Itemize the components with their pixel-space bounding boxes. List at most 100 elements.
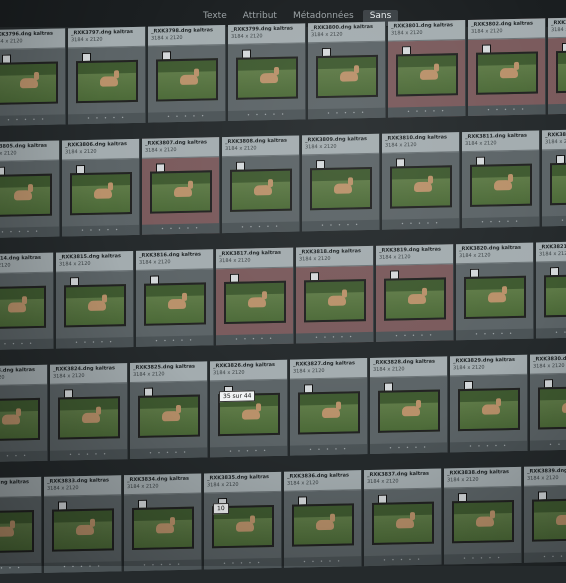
rating-stars[interactable]: • • • • • <box>44 561 121 573</box>
thumbnail-cell[interactable]: _RXK3824.dng kaltras 3184 x 2120 • • • • • <box>50 363 128 461</box>
photo-thumbnail[interactable] <box>384 277 446 321</box>
thumbnail-cell[interactable]: _RXK3802.dng kaltras 3184 x 2120 • • • • • <box>468 18 546 116</box>
thumbnail-cell[interactable]: _RXK3818.dng kaltras 3184 x 2120 • • • • • <box>296 245 374 344</box>
thumbnail-cell[interactable]: _RXK3832.dng kaltras3184 x 2120 • • • • • <box>0 476 42 575</box>
tab-texte[interactable]: Texte <box>196 10 234 26</box>
photo-thumbnail[interactable] <box>476 51 538 95</box>
rating-stars[interactable]: • • • • • <box>290 444 367 456</box>
rating-stars[interactable]: • • • • • <box>308 107 385 120</box>
thumbnail-cell[interactable]: _RXK3833.dng kaltras 3184 x 2120 • • • • • <box>44 475 122 573</box>
thumbnail-cell[interactable]: _RXK3810.dng kaltras 3184 x 2120 • • • • • <box>382 132 460 230</box>
photo-thumbnail[interactable] <box>470 163 532 207</box>
photo-thumbnail[interactable] <box>138 394 200 438</box>
photo-thumbnail[interactable] <box>224 280 286 325</box>
rating-stars[interactable]: • • • • • <box>130 447 207 460</box>
rating-stars[interactable]: • • • • • <box>542 214 566 227</box>
thumbnail-cell[interactable]: _RXK3839.dng kaltras3184 x 2120 • • • • • <box>524 465 566 563</box>
thumbnail-cell[interactable]: _RXK3830.dng kaltras3184 x 2120 • • • • • <box>530 353 566 451</box>
rating-stars[interactable]: • • • • • <box>136 335 213 347</box>
photo-thumbnail[interactable] <box>292 503 354 547</box>
rating-stars[interactable]: • • • • • <box>370 442 447 454</box>
thumbnail-cell[interactable]: _RXK3812.dng kaltras3184 x 2120 • • • • • <box>542 128 566 227</box>
thumbnail-cell[interactable]: _RXK3827.dng kaltras 3184 x 2120 • • • • • <box>290 358 368 456</box>
rating-stars[interactable]: • • • • • <box>210 445 287 458</box>
rating-stars[interactable]: • • • • • <box>450 440 527 453</box>
photo-thumbnail[interactable] <box>298 391 360 435</box>
thumbnail-cell[interactable]: _RXK3834.dng kaltras 3184 x 2120 • • • • • <box>124 473 202 572</box>
photo-thumbnail[interactable] <box>144 282 206 326</box>
rating-stars[interactable]: • • • • • <box>142 223 219 235</box>
photo-thumbnail[interactable] <box>544 274 566 318</box>
photo-thumbnail[interactable] <box>556 49 566 94</box>
thumbnail-cell[interactable]: _RXK3819.dng kaltras 3184 x 2120 • • • • • <box>376 244 454 342</box>
rating-stars[interactable]: • • • • • <box>364 554 441 567</box>
rating-stars[interactable]: • • • • • <box>388 106 465 118</box>
thumbnail-cell[interactable]: _RXK3801.dng kaltras 3184 x 2120 • • • • • <box>388 19 466 118</box>
thumbnail-cell[interactable]: _RXK3800.dng kaltras 3184 x 2120 • • • • • <box>308 21 386 120</box>
thumbnail-cell[interactable]: _RXK3803.dng kaltras3184 x 2120 • • • • • <box>548 16 566 115</box>
rating-stars[interactable]: • • • • • <box>0 338 53 351</box>
rating-stars[interactable]: • • • • • <box>376 330 453 342</box>
thumbnail-cell[interactable]: _RXK3838.dng kaltras 3184 x 2120 • • • • • <box>444 466 522 565</box>
rating-stars[interactable]: • • • • • <box>0 562 41 575</box>
photo-thumbnail[interactable] <box>230 168 292 212</box>
photo-thumbnail[interactable] <box>0 285 46 330</box>
thumbnail-cell[interactable]: _RXK3805.dng kaltras3184 x 2120 • • • • • <box>0 140 60 239</box>
thumbnail-cell[interactable]: _RXK3799.dng kaltras 3184 x 2120 • • • • • <box>228 23 306 121</box>
rating-stars[interactable]: • • • • • <box>468 104 545 116</box>
rating-stars[interactable]: • • • • • <box>382 218 459 230</box>
photo-thumbnail[interactable] <box>464 275 526 320</box>
rating-stars[interactable]: • • • • • <box>216 333 293 346</box>
photo-thumbnail[interactable] <box>378 389 440 433</box>
thumbnail-cell[interactable]: _RXK3829.dng kaltras 3184 x 2120 • • • • • <box>450 354 528 453</box>
photo-thumbnail[interactable] <box>390 165 452 209</box>
rating-stars[interactable]: • • • • • <box>50 449 127 461</box>
rating-stars[interactable]: • • • • • <box>462 216 539 229</box>
thumbnail-cell[interactable]: _RXK3808.dng kaltras 3184 x 2120 • • • • • <box>222 135 300 234</box>
photo-thumbnail[interactable] <box>304 279 366 323</box>
thumbnail-cell[interactable]: _RXK3814.dng kaltras3184 x 2120 • • • • • <box>0 252 54 351</box>
rating-stars[interactable]: • • • • • <box>536 326 566 339</box>
rating-stars[interactable]: • • • • • <box>62 224 139 237</box>
photo-thumbnail[interactable] <box>458 387 520 432</box>
rating-stars[interactable]: • • • • • <box>530 439 566 451</box>
photo-thumbnail[interactable] <box>310 166 372 211</box>
thumbnail-cell[interactable]: _RXK3807.dng kaltras 3184 x 2120 • • • • • <box>142 137 220 235</box>
rating-stars[interactable]: • • • • • <box>0 226 59 239</box>
photo-thumbnail[interactable] <box>236 56 298 100</box>
photo-thumbnail[interactable] <box>316 54 378 99</box>
rating-stars[interactable]: • • • • • <box>0 450 47 463</box>
rating-stars[interactable]: • • • • • <box>204 557 281 570</box>
photo-thumbnail[interactable] <box>0 173 52 217</box>
photo-thumbnail[interactable] <box>538 386 566 430</box>
rating-stars[interactable]: • • • • • <box>68 112 145 125</box>
thumbnail-cell[interactable]: _RXK3809.dng kaltras 3184 x 2120 • • • • • <box>302 133 380 232</box>
photo-thumbnail[interactable] <box>0 510 34 554</box>
photo-thumbnail[interactable] <box>0 397 40 442</box>
photo-thumbnail[interactable] <box>64 284 126 328</box>
photo-thumbnail[interactable] <box>132 506 194 550</box>
thumbnail-cell[interactable]: _RXK3797.dng kaltras 3184 x 2120 • • • • • <box>68 26 146 125</box>
thumbnail-cell[interactable]: _RXK3798.dng kaltras 3184 x 2120 • • • • • <box>148 25 226 123</box>
photo-thumbnail[interactable] <box>532 498 566 542</box>
photo-thumbnail[interactable] <box>156 58 218 102</box>
photo-thumbnail[interactable] <box>52 508 114 552</box>
thumbnail-cell[interactable]: _RXK3836.dng kaltras 3184 x 2120 • • • • • <box>284 470 362 568</box>
thumbnail-cell[interactable]: _RXK3817.dng kaltras 3184 x 2120 • • • • • <box>216 247 294 346</box>
thumbnail-cell[interactable]: _RXK3837.dng kaltras 3184 x 2120 • • • • • <box>364 468 442 567</box>
rating-stars[interactable]: • • • • • <box>296 331 373 344</box>
rating-stars[interactable]: • • • • • <box>124 559 201 572</box>
photo-thumbnail[interactable] <box>70 171 132 216</box>
thumbnail-cell[interactable]: _RXK3828.dng kaltras 3184 x 2120 • • • • • <box>370 356 448 454</box>
photo-thumbnail[interactable] <box>0 61 58 105</box>
thumbnail-cell[interactable]: _RXK3823.dng kaltras3184 x 2120 • • • • • <box>0 364 48 463</box>
photo-thumbnail[interactable] <box>76 59 138 104</box>
photo-thumbnail[interactable] <box>550 161 566 206</box>
rating-stars[interactable]: • • • • • <box>148 111 225 123</box>
thumbnail-cell[interactable]: _RXK3815.dng kaltras 3184 x 2120 • • • • • <box>56 250 134 349</box>
thumbnail-cell[interactable]: _RXK3811.dng kaltras 3184 x 2120 • • • • • <box>462 130 540 229</box>
thumbnail-cell[interactable]: _RXK3835.dng kaltras 3184 x 2120 • • • • •… <box>204 471 282 570</box>
thumbnail-cell[interactable]: _RXK3825.dng kaltras 3184 x 2120 • • • • • <box>130 361 208 460</box>
photo-thumbnail[interactable] <box>372 501 434 545</box>
thumbnail-cell[interactable]: _RXK3821.dng kaltras3184 x 2120 • • • • • <box>536 240 566 339</box>
